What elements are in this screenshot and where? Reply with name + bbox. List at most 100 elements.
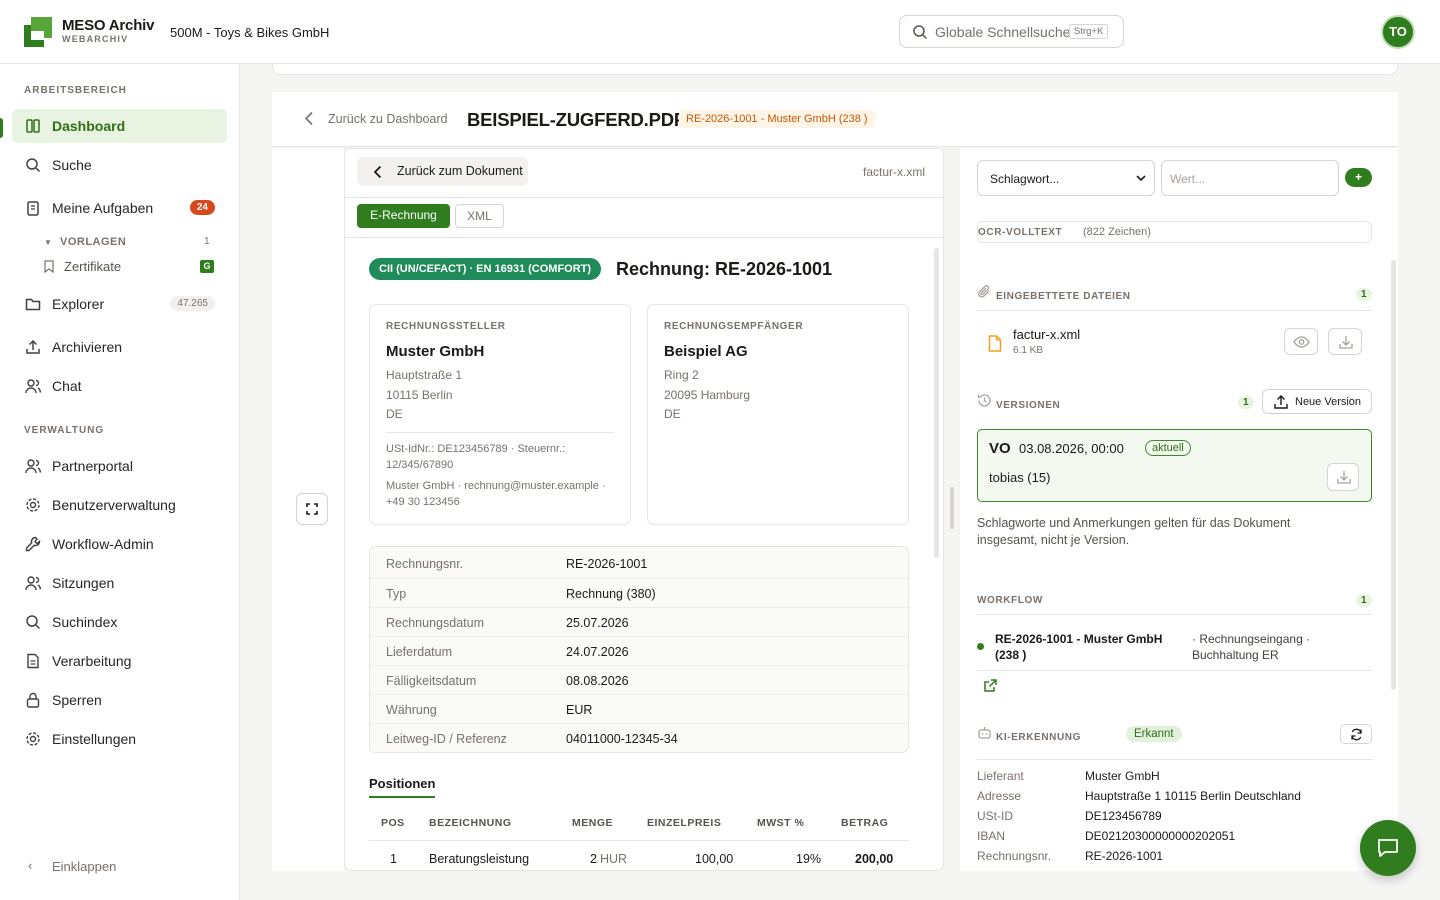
position-amount: 200,00	[855, 852, 894, 866]
tab-xml[interactable]: XML	[455, 204, 504, 228]
detail-value: Rechnung (380)	[566, 587, 656, 601]
sidebar-item-benutzerverwaltung[interactable]: Benutzerverwaltung	[12, 488, 227, 522]
sidebar-item-chat[interactable]: Chat	[12, 369, 227, 403]
external-link-icon[interactable]	[983, 678, 998, 693]
col-pos: POS	[381, 817, 405, 829]
tab-e-rechnung[interactable]: E-Rechnung	[357, 204, 450, 228]
panel-resize-handle[interactable]	[950, 487, 954, 529]
ki-key: Adresse	[977, 789, 1022, 803]
sidebar-label: Workflow-Admin	[52, 536, 154, 552]
user-avatar[interactable]: TO	[1381, 15, 1415, 49]
download-icon	[1337, 471, 1351, 484]
search-icon	[25, 614, 41, 630]
chat-fab-button[interactable]	[1360, 820, 1416, 876]
sidebar-item-sitzungen[interactable]: Sitzungen	[12, 566, 227, 600]
table-row: Typ Rechnung (380)	[370, 578, 910, 607]
sidebar-item-archivieren[interactable]: Archivieren	[12, 330, 227, 364]
collapse-sidebar-button[interactable]: Einklappen	[52, 859, 116, 874]
embedded-file-name[interactable]: factur-x.xml	[1013, 327, 1080, 342]
sidebar-item-aufgaben[interactable]: Meine Aufgaben 24	[12, 191, 227, 225]
table-row: Rechnungsnr. RE-2026-1001	[370, 549, 910, 578]
chevron-down-icon[interactable]: ▼	[44, 238, 52, 247]
download-version-button[interactable]	[1327, 463, 1359, 491]
sidebar-item-workflow-admin[interactable]: Workflow-Admin	[12, 527, 227, 561]
table-row: Rechnungsdatum 25.07.2026	[370, 607, 910, 636]
search-placeholder[interactable]: Globale Schnellsuche	[935, 24, 1070, 40]
back-to-document-button[interactable]: Zurück zum Dokument	[357, 157, 528, 186]
tab-positionen[interactable]: Positionen	[369, 776, 435, 791]
version-user: tobias (15)	[989, 470, 1051, 485]
detail-value: 25.07.2026	[566, 616, 629, 630]
preview-file-button[interactable]	[1284, 328, 1318, 355]
ki-refresh-button[interactable]	[1340, 724, 1372, 744]
workflow-desc-2: Buchhaltung ER	[1192, 648, 1279, 662]
invoice-details-table: Rechnungsnr. RE-2026-1001 Typ Rechnung (38…	[369, 546, 910, 753]
add-tag-button[interactable]: +	[1345, 168, 1372, 187]
detail-key: Lieferdatum	[386, 645, 453, 659]
tenant-name[interactable]: 500M - Toys & Bikes GmbH	[170, 25, 329, 40]
fullscreen-button[interactable]	[296, 493, 328, 525]
workflow-badge[interactable]: RE-2026-1001 - Muster GmbH (238 )	[679, 110, 875, 128]
document-title: BEISPIEL-ZUGFERD.PDF	[467, 109, 686, 130]
viewer-scrollbar[interactable]	[934, 248, 939, 558]
tag-value-placeholder: Wert...	[1170, 172, 1206, 186]
sidepanel-scrollbar[interactable]	[1391, 260, 1396, 690]
ki-value: RE-2026-1001	[1085, 849, 1164, 863]
tab-underline	[369, 796, 435, 798]
position-unit-price: 100,00	[695, 852, 734, 866]
seller-tax: USt-IdNr.: DE123456789 · Steuernr.:	[386, 443, 566, 455]
section-verwaltung: VERWALTUNG	[24, 425, 105, 436]
detail-value: 24.07.2026	[566, 645, 629, 659]
eye-icon	[1293, 336, 1310, 348]
new-version-button[interactable]: Neue Version	[1262, 389, 1372, 414]
workflow-title-suffix[interactable]: (238 )	[995, 648, 1026, 662]
lock-icon	[25, 692, 41, 708]
position-description: Beratungsleistung	[429, 852, 530, 866]
back-to-dashboard-link[interactable]: Zurück zu Dashboard	[328, 112, 448, 126]
download-file-button[interactable]	[1328, 328, 1362, 355]
section-arbeitsbereich: ARBEITSBEREICH	[24, 85, 127, 96]
workflow-title[interactable]: RE-2026-1001 - Muster GmbH	[995, 632, 1162, 646]
chevron-left-icon	[373, 165, 382, 179]
chevron-left-icon[interactable]: ‹	[28, 858, 32, 873]
buyer-country: DE	[664, 407, 681, 421]
vorlagen-count: 1	[204, 236, 210, 247]
sidebar-label: Dashboard	[52, 118, 126, 134]
sidebar-item-verarbeitung[interactable]: Verarbeitung	[12, 644, 227, 678]
table-row: Fälligkeitsdatum 08.08.2026	[370, 665, 910, 694]
version-status-badge: aktuell	[1145, 440, 1191, 456]
seller-name: Muster GmbH	[386, 343, 485, 360]
sidebar-vorlagen[interactable]: VORLAGEN	[60, 236, 126, 248]
bookmark-icon	[43, 260, 55, 273]
sidebar-label: Archivieren	[52, 339, 123, 355]
versions-note: Schlagworte und Anmerkungen gelten für d…	[977, 516, 1291, 547]
users-icon	[25, 458, 41, 474]
version-card[interactable]: VO 03.08.2026, 00:00 aktuell tobias (15)	[977, 429, 1372, 502]
chevron-left-icon[interactable]	[304, 111, 314, 126]
explorer-count: 47.265	[170, 296, 215, 311]
seller-label: RECHNUNGSSTELLER	[386, 321, 506, 332]
sidebar-item-sperren[interactable]: Sperren	[12, 683, 227, 717]
ocr-count: (822 Zeichen)	[1083, 226, 1151, 238]
sidebar-item-suche[interactable]: Suche	[12, 148, 227, 182]
version-date: 03.08.2026, 00:00	[1019, 441, 1124, 456]
sidebar-item-suchindex[interactable]: Suchindex	[12, 605, 227, 639]
col-menge: MENGE	[572, 817, 614, 829]
buyer-card: RECHNUNGSEMPFÄNGER Beispiel AG Ring 2 20…	[647, 304, 909, 525]
sidebar-label: Sitzungen	[52, 575, 115, 591]
ocr-fulltext-toggle[interactable]: OCR-VOLLTEXT (822 Zeichen)	[977, 221, 1372, 243]
divider	[977, 310, 1372, 311]
meso-logo-icon[interactable]	[24, 17, 52, 47]
tag-value-input[interactable]: Wert...	[1161, 160, 1339, 196]
tasks-count-badge: 24	[189, 200, 215, 215]
sidebar-item-einstellungen[interactable]: Einstellungen	[12, 722, 227, 756]
sidebar-item-zertifikate[interactable]: Zertifikate	[64, 259, 121, 274]
ki-status-badge: Erkannt	[1126, 726, 1182, 742]
divider	[345, 237, 943, 238]
sidebar-item-partnerportal[interactable]: Partnerportal	[12, 449, 227, 483]
sidebar-item-dashboard[interactable]: Dashboard	[12, 109, 227, 143]
workflow-status-dot	[977, 643, 984, 650]
sidebar-label: Explorer	[52, 296, 105, 312]
sidebar-item-explorer[interactable]: Explorer 47.265	[12, 287, 227, 321]
tag-select[interactable]: Schlagwort...	[977, 160, 1155, 196]
